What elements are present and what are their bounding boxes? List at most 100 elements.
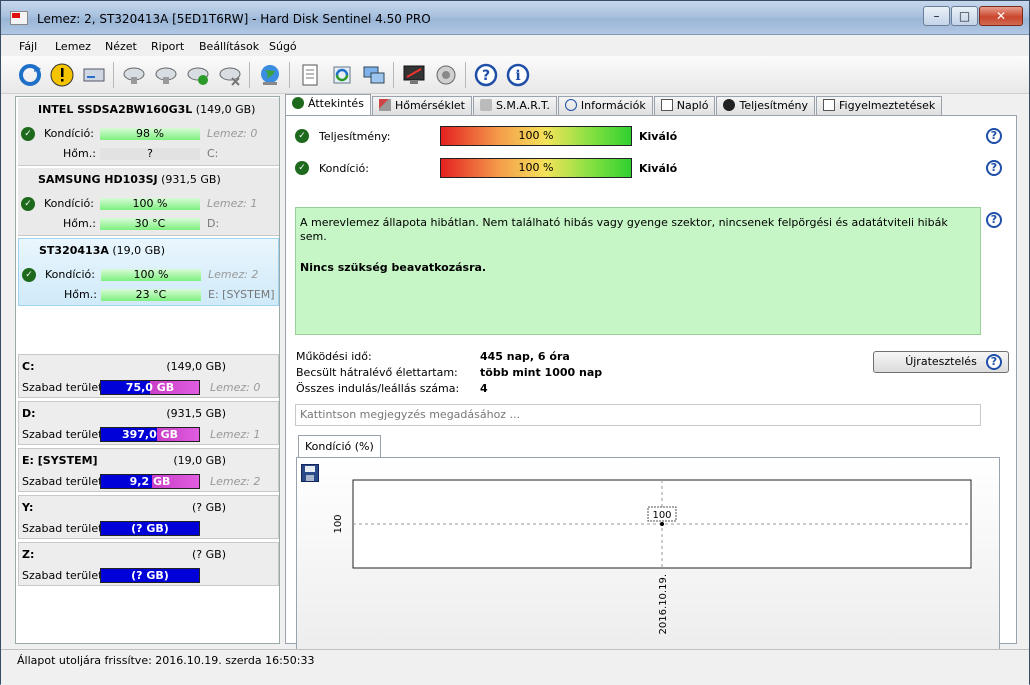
info-small-icon bbox=[564, 99, 577, 111]
health-label: Kondíció: bbox=[44, 197, 94, 210]
partition-name: Y: bbox=[22, 501, 34, 514]
thermometer-icon bbox=[378, 99, 391, 111]
free-space-value: 9,2 GB bbox=[129, 475, 171, 488]
hdd-add-icon[interactable] bbox=[153, 62, 179, 88]
overview-page: ✓ Teljesítmény: 100 % Kiváló ? ✓ Kondíci… bbox=[285, 115, 1017, 653]
temperature-value: 23 °C bbox=[101, 289, 201, 301]
free-space-bar: (? GB) bbox=[100, 521, 200, 536]
hdd-check-icon[interactable] bbox=[185, 62, 211, 88]
refresh-icon[interactable] bbox=[17, 62, 43, 88]
hdd-small-icon bbox=[479, 99, 492, 111]
disk-name: SAMSUNG HD103SJ (931,5 GB) bbox=[38, 173, 221, 186]
free-space-label: Szabad terület bbox=[22, 475, 103, 488]
disk-info-icon[interactable] bbox=[81, 62, 107, 88]
sound-icon[interactable] bbox=[433, 62, 459, 88]
menu-help[interactable]: Súgó bbox=[269, 40, 297, 53]
save-icon[interactable] bbox=[301, 464, 319, 482]
tab-temperature[interactable]: Hőmérséklet bbox=[371, 96, 472, 116]
health-bar: 100 % bbox=[100, 198, 200, 210]
close-button[interactable]: ✕ bbox=[979, 6, 1023, 26]
report-icon[interactable] bbox=[297, 62, 323, 88]
gauge-icon bbox=[723, 99, 736, 111]
free-space-bar: 75,0 GB bbox=[100, 380, 200, 395]
performance-bar: 100 % bbox=[440, 126, 632, 146]
partition-name: E: [SYSTEM] bbox=[22, 454, 98, 467]
free-space-label: Szabad terület bbox=[22, 381, 103, 394]
window-title: Lemez: 2, ST320413A [5ED1T6RW] - Hard Di… bbox=[37, 12, 431, 26]
toolbar: ? i bbox=[1, 56, 1029, 94]
y-tick-label: 100 bbox=[333, 514, 344, 533]
help-icon[interactable]: ? bbox=[986, 354, 1002, 370]
tab-performance[interactable]: Teljesítmény bbox=[716, 96, 816, 116]
network-icon[interactable] bbox=[361, 62, 387, 88]
temperature-value: 30 °C bbox=[100, 218, 200, 230]
app-logo-icon[interactable] bbox=[10, 11, 28, 25]
partition-name: Z: bbox=[22, 548, 35, 561]
help-icon[interactable]: ? bbox=[986, 160, 1002, 176]
performance-rating: Kiváló bbox=[639, 130, 678, 143]
check-icon: ✓ bbox=[295, 161, 309, 175]
health-bar: 100 % bbox=[440, 158, 632, 178]
free-space-bar: (? GB) bbox=[100, 568, 200, 583]
disk-index: Lemez: 1 bbox=[210, 428, 261, 441]
partition-name: D: bbox=[22, 407, 36, 420]
minimize-button[interactable]: – bbox=[923, 6, 950, 26]
title-bar[interactable]: Lemez: 2, ST320413A [5ED1T6RW] - Hard Di… bbox=[1, 1, 1029, 35]
menu-disk[interactable]: Lemez bbox=[55, 40, 91, 53]
disk-card[interactable]: INTEL SSDSA2BW160G3L (149,0 GB) ✓ Kondíc… bbox=[18, 98, 279, 166]
warning-icon[interactable] bbox=[49, 62, 75, 88]
hdd-remove-icon[interactable] bbox=[217, 62, 243, 88]
monitor-icon[interactable] bbox=[401, 62, 427, 88]
tab-smart[interactable]: S.M.A.R.T. bbox=[472, 96, 557, 116]
health-chart: 100 100 2016.10.19. bbox=[333, 479, 972, 634]
tab-alerts[interactable]: Figyelmeztetések bbox=[816, 96, 943, 116]
partition-card[interactable]: C: (149,0 GB) Szabad terület 75,0 GB Lem… bbox=[18, 354, 279, 398]
status-text: Állapot utoljára frissítve: 2016.10.19. … bbox=[17, 654, 315, 667]
tab-overview[interactable]: Áttekintés bbox=[285, 94, 371, 116]
help-icon[interactable]: ? bbox=[473, 62, 499, 88]
temperature-label: Hőm.: bbox=[63, 147, 96, 160]
help-icon[interactable]: ? bbox=[986, 128, 1002, 144]
uptime-value: 445 nap, 6 óra bbox=[480, 350, 570, 363]
maximize-button[interactable]: □ bbox=[951, 6, 978, 26]
free-space-bar: 9,2 GB bbox=[100, 474, 200, 489]
partition-size: (149,0 GB) bbox=[166, 360, 226, 373]
drive-letter: C: bbox=[207, 147, 219, 160]
disk-index: Lemez: 1 bbox=[207, 197, 258, 210]
partition-card[interactable]: Z: (? GB) Szabad terület (? GB) bbox=[18, 542, 279, 586]
partition-card[interactable]: D: (931,5 GB) Szabad terület 397,0 GB Le… bbox=[18, 401, 279, 445]
status-message-bold: Nincs szükség beavatkozásra. bbox=[300, 261, 487, 274]
partition-card[interactable]: E: [SYSTEM] (19,0 GB) Szabad terület 9,2… bbox=[18, 448, 279, 492]
menu-file[interactable]: Fájl bbox=[19, 40, 37, 53]
remaining-life-value: több mint 1000 nap bbox=[480, 366, 603, 379]
disk-card[interactable]: SAMSUNG HD103SJ (931,5 GB) ✓ Kondíció: 1… bbox=[18, 168, 279, 236]
hdd-icon[interactable] bbox=[121, 62, 147, 88]
performance-label: Teljesítmény: bbox=[319, 130, 391, 143]
check-icon: ✓ bbox=[295, 129, 309, 143]
partition-name: C: bbox=[22, 360, 35, 373]
x-tick-label: 2016.10.19. bbox=[658, 574, 669, 634]
health-rating: Kiváló bbox=[639, 162, 678, 175]
partition-size: (? GB) bbox=[192, 548, 226, 561]
menu-view[interactable]: Nézet bbox=[105, 40, 137, 53]
tab-information[interactable]: Információk bbox=[557, 96, 653, 116]
menu-report[interactable]: Riport bbox=[151, 40, 184, 53]
disk-name: ST320413A (19,0 GB) bbox=[39, 244, 166, 257]
tab-log[interactable]: Napló bbox=[653, 96, 716, 116]
disk-index: Lemez: 2 bbox=[210, 475, 261, 488]
globe-icon[interactable] bbox=[257, 62, 283, 88]
chart-tab-health[interactable]: Kondíció (%) bbox=[298, 435, 381, 457]
log-icon bbox=[660, 99, 673, 111]
disk-index: Lemez: 0 bbox=[210, 381, 261, 394]
help-icon[interactable]: ? bbox=[986, 212, 1002, 228]
note-input[interactable]: Kattintson megjegyzés megadásához ... bbox=[295, 404, 981, 426]
disk-card[interactable]: ST320413A (19,0 GB) ✓ Kondíció: 100 % Le… bbox=[18, 238, 279, 306]
check-icon: ✓ bbox=[22, 268, 36, 282]
partition-card[interactable]: Y: (? GB) Szabad terület (? GB) bbox=[18, 495, 279, 539]
info-icon[interactable]: i bbox=[505, 62, 531, 88]
temperature-label: Hőm.: bbox=[64, 288, 97, 301]
sync-icon[interactable] bbox=[329, 62, 355, 88]
details-panel: Áttekintés Hőmérséklet S.M.A.R.T. Inform… bbox=[285, 94, 1017, 653]
menu-settings[interactable]: Beállítások bbox=[199, 40, 259, 53]
disk-index: Lemez: 0 bbox=[207, 127, 258, 140]
